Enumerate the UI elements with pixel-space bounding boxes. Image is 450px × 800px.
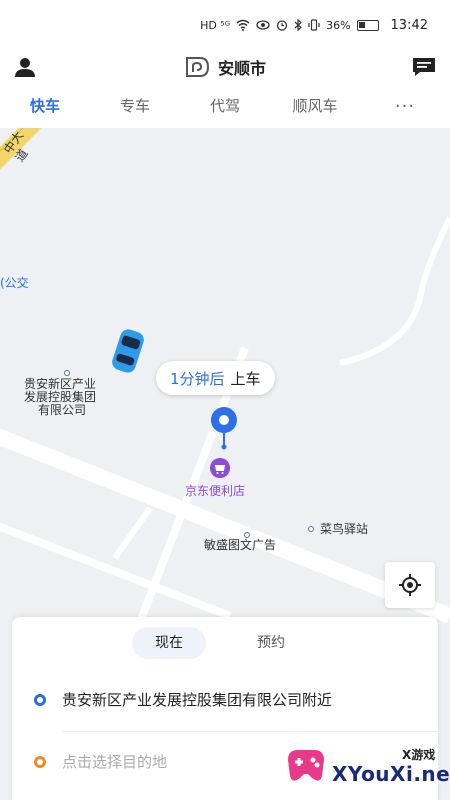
gamepad-logo-icon [288,750,324,781]
destination-row[interactable]: 点击选择目的地 [34,751,167,772]
pickup-pin-icon[interactable] [209,406,239,450]
poi-station-dot [308,526,314,532]
destination-placeholder: 点击选择目的地 [62,753,168,771]
poi-print-label: 敏盛图文广告 [204,538,277,552]
battery-percent: 36% [326,18,351,32]
pickup-eta: 1分钟后 [170,369,225,388]
tab-designated-driver[interactable]: 代驾 [180,84,270,128]
alarm-icon [276,20,288,31]
watermark: X游戏 XYouXi.net [282,738,450,800]
time-segment: 现在 预约 [132,627,308,659]
page-title: 安顺市 [217,59,266,78]
message-icon[interactable] [412,56,436,78]
poi-shop-label: 京东便利店 [185,484,246,498]
more-tabs-icon[interactable]: ··· [360,96,450,117]
segment-now[interactable]: 现在 [132,627,206,659]
poi-company-line2: 发展控股集团 [24,390,97,404]
segment-reserve[interactable]: 预约 [234,627,308,659]
locate-icon [399,574,421,596]
poi-company-line3: 有限公司 [38,403,87,417]
shop-icon [210,458,230,478]
user-icon[interactable] [14,56,36,78]
tab-premier[interactable]: 专车 [90,84,180,128]
pickup-location-text: 贵安新区产业发展控股集团有限公司附近 [62,691,333,709]
service-tabs: 快车 专车 代驾 顺风车 ··· [0,84,450,128]
pickup-location-row[interactable]: 贵安新区产业发展控股集团有限公司附近 [34,689,332,710]
status-bar: HD ⁵ᴳ 36% 13:42 [0,0,450,50]
eye-icon [256,20,270,30]
battery-icon [356,19,379,31]
app-header: 安顺市 [0,50,450,84]
poi-station-label: 菜鸟驿站 [320,522,369,536]
poi-company-line1: 贵安新区产业 [24,377,97,391]
destination-dot-icon [34,755,46,768]
locate-me-button[interactable] [385,562,435,608]
pickup-action: 上车 [230,369,261,388]
bus-label: (公交 [0,276,29,290]
pickup-eta-bubble: 1分钟后 上车 [156,361,275,395]
pickup-dot-icon [34,693,46,706]
city-logo-icon [185,57,209,77]
vibrate-icon [308,19,320,31]
clock: 13:42 [390,17,428,33]
poi-company-dot [64,370,70,376]
tab-express[interactable]: 快车 [0,84,90,128]
tab-carpool[interactable]: 顺风车 [270,84,360,128]
bluetooth-icon [294,19,302,31]
watermark-small-text: X游戏 [402,748,436,762]
wifi-icon [236,19,250,31]
watermark-text: XYouXi.net [332,762,450,786]
network-badge: HD ⁵ᴳ [200,18,231,32]
divider [62,731,438,732]
